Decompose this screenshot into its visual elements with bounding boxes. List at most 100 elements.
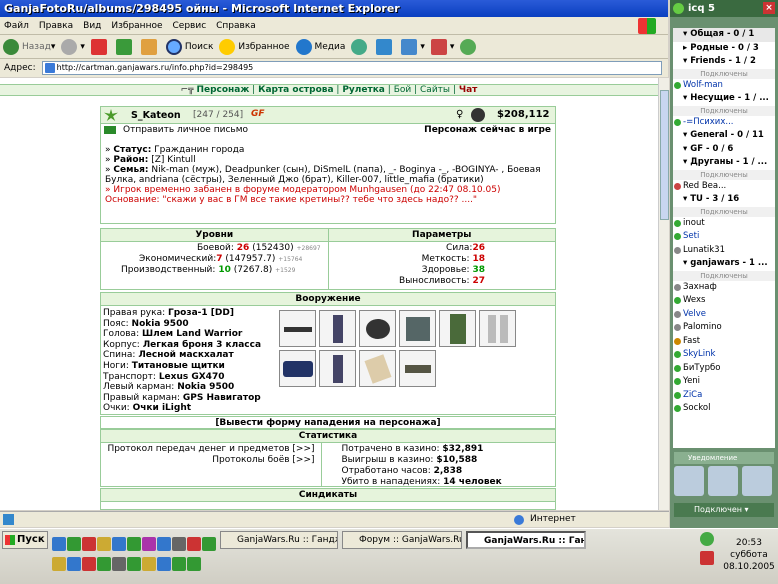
address-input[interactable]: http://cartman.ganjawars.ru/info.php?id=… (41, 61, 662, 75)
weapon-right-hand[interactable]: Гроза-1 [DD] (168, 308, 234, 318)
item-transport[interactable]: Lexus GX470 (159, 372, 225, 382)
quick-launch-icon[interactable] (82, 537, 96, 551)
contact-item[interactable]: -=Психих... (673, 116, 775, 130)
item-glasses[interactable]: Очки iLight (133, 403, 191, 413)
menu-file[interactable]: Файл (4, 21, 29, 31)
group-general[interactable]: ▾ Общая - 0 / 1 (673, 28, 775, 42)
quick-launch-icon[interactable] (97, 557, 111, 571)
group-friends[interactable]: ▾ Friends - 1 / 2 (673, 55, 775, 69)
scroll-thumb[interactable] (660, 90, 669, 220)
item-right-pocket[interactable]: GPS Навигатор (183, 393, 261, 403)
contact-item[interactable]: Wexs (673, 294, 775, 308)
forward-button[interactable]: ▾ (61, 38, 85, 55)
item-belt[interactable]: Nokia 9500 (132, 319, 189, 329)
history-button[interactable] (351, 38, 370, 55)
item-back[interactable]: Лесной маскхалат (138, 350, 233, 360)
quick-launch-icon[interactable] (187, 537, 201, 551)
contact-item[interactable]: Захнаф (673, 281, 775, 295)
item-head[interactable]: Шлем Land Warrior (142, 329, 242, 339)
attack-form-link[interactable]: [Вывести форму нападения на персонажа] (100, 416, 556, 429)
group-family[interactable]: ▸ Родные - 0 / 3 (673, 42, 775, 56)
item-left-pocket[interactable]: Nokia 9500 (177, 382, 234, 392)
contact-group[interactable]: ▾ Несущие - 1 / ... (673, 92, 775, 106)
quick-launch-icon[interactable] (67, 537, 81, 551)
nav-sites[interactable]: Сайты (420, 85, 450, 95)
contact-item[interactable]: inout (673, 217, 775, 231)
item-legs[interactable]: Титановые щитки (132, 361, 225, 371)
quick-launch-icon[interactable] (127, 557, 141, 571)
item-body[interactable]: Легкая броня 3 класса (143, 340, 261, 350)
search-button[interactable]: Поиск (165, 38, 213, 55)
contact-item[interactable]: Lunatik31 (673, 244, 775, 258)
quick-launch-icon[interactable] (67, 557, 81, 571)
nav-roulette[interactable]: Рулетка (342, 85, 385, 95)
helmet-image[interactable] (359, 310, 396, 347)
quick-launch-icon[interactable] (157, 537, 171, 551)
district-value[interactable]: [Z] Kintull (151, 155, 195, 165)
nav-character[interactable]: Персонаж (196, 85, 249, 95)
protocol-battles-link[interactable]: Протоколы боёв [>>] (101, 455, 314, 466)
vertical-scrollbar[interactable] (658, 78, 669, 510)
quick-launch-icon[interactable] (112, 557, 126, 571)
notification-bar[interactable]: Уведомление (674, 452, 774, 464)
translate-button[interactable]: ▾ (430, 38, 454, 55)
contact-item[interactable]: Red Bea... (673, 180, 775, 194)
icq-search-icon[interactable] (708, 466, 738, 496)
quick-launch-icon[interactable] (187, 557, 201, 571)
camo-image[interactable] (439, 310, 476, 347)
contact-group[interactable]: ▾ ganjawars - 1 ... (673, 257, 775, 271)
quick-launch-icon[interactable] (52, 557, 66, 571)
nav-chat[interactable]: Чат (459, 85, 478, 95)
armor-image[interactable] (399, 310, 436, 347)
glasses-image[interactable] (399, 350, 436, 387)
tray-app-icon[interactable] (700, 551, 714, 565)
phone-image[interactable] (319, 310, 356, 347)
quick-launch-icon[interactable] (157, 557, 171, 571)
tray-icq-icon[interactable] (700, 532, 714, 546)
contact-item[interactable]: БиТурбо (673, 362, 775, 376)
start-button[interactable]: Пуск (2, 531, 48, 549)
refresh-button[interactable] (115, 38, 135, 55)
quick-launch-icon[interactable] (202, 537, 216, 551)
close-icon[interactable]: × (763, 2, 775, 14)
task-ganjawars-2[interactable]: GanjaWars.Ru :: Гандж... (466, 531, 586, 549)
quick-launch-icon[interactable] (172, 557, 186, 571)
protocol-items-link[interactable]: Протокол передач денег и предметов [>>] (101, 444, 314, 455)
quick-launch-icon[interactable] (172, 537, 186, 551)
quick-launch-icon[interactable] (112, 537, 126, 551)
nav-map[interactable]: Карта острова (258, 85, 333, 95)
contact-item[interactable]: Fast (673, 335, 775, 349)
contact-item[interactable]: Wolf-man (673, 79, 775, 93)
menu-view[interactable]: Вид (83, 21, 101, 31)
quick-launch-icon[interactable] (127, 537, 141, 551)
favorites-button[interactable]: Избранное (219, 38, 290, 55)
contact-item[interactable]: Seti (673, 230, 775, 244)
icq-settings-icon[interactable] (742, 466, 772, 496)
extra-button[interactable] (460, 38, 479, 55)
contact-group[interactable]: ▾ GF - 0 / 6 (673, 143, 775, 157)
font-button[interactable]: ▾ (401, 38, 425, 55)
clan-tag[interactable]: GF (251, 109, 265, 119)
menu-tools[interactable]: Сервис (173, 21, 207, 31)
nav-battle[interactable]: Бой (394, 85, 412, 95)
car-image[interactable] (279, 350, 316, 387)
menu-favorites[interactable]: Избранное (111, 21, 162, 31)
shin-guards-image[interactable] (479, 310, 516, 347)
quick-launch-icon[interactable] (97, 537, 111, 551)
contact-item[interactable]: SkyLink (673, 348, 775, 362)
contact-item[interactable]: Palomino (673, 321, 775, 335)
home-button[interactable] (140, 38, 160, 55)
gps-image[interactable] (359, 350, 396, 387)
stop-button[interactable] (90, 38, 110, 55)
task-ganjawars-1[interactable]: GanjaWars.Ru :: Гандж... (220, 531, 338, 549)
phone2-image[interactable] (319, 350, 356, 387)
quick-launch-icon[interactable] (52, 537, 66, 551)
menu-edit[interactable]: Правка (39, 21, 73, 31)
quick-launch-icon[interactable] (82, 557, 96, 571)
icq-people-icon[interactable] (674, 466, 704, 496)
send-mail-link[interactable]: Отправить личное письмо (123, 125, 248, 135)
quick-launch-icon[interactable] (142, 557, 156, 571)
contact-group[interactable]: ▾ TU - 3 / 16 (673, 193, 775, 207)
clock[interactable]: 20:53 суббота 08.10.2005 (722, 537, 776, 573)
rifle-image[interactable] (279, 310, 316, 347)
